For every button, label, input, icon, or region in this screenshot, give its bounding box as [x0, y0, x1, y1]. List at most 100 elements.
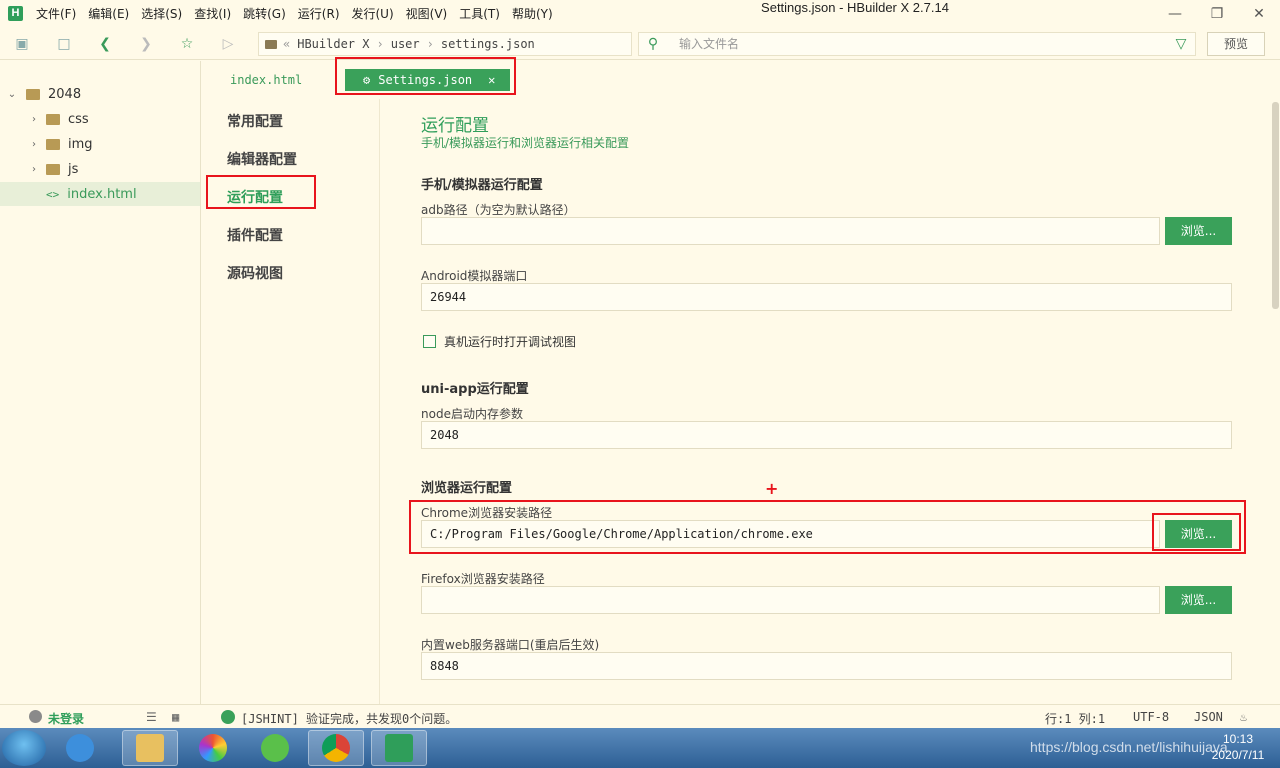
- pinwheel-icon: [199, 734, 227, 762]
- smile-icon: [221, 710, 235, 724]
- list-icon[interactable]: ☰: [146, 710, 157, 724]
- minimize-icon[interactable]: —: [1165, 4, 1185, 24]
- hbuilder-logo-icon: H: [8, 6, 23, 21]
- ie-icon: [66, 734, 94, 762]
- photos-taskbar-icon[interactable]: [185, 730, 241, 766]
- explorer-taskbar-icon[interactable]: [122, 730, 178, 766]
- cursor-cross-icon: +: [765, 479, 779, 498]
- menu-select[interactable]: 选择(S): [141, 0, 182, 28]
- menu-publish[interactable]: 发行(U): [352, 0, 394, 28]
- new-file-icon[interactable]: ▣: [12, 34, 32, 54]
- android-port-input[interactable]: 26944: [421, 283, 1232, 311]
- tree-item-css[interactable]: › css: [0, 107, 200, 131]
- page-subtitle: 手机/模拟器运行和浏览器运行相关配置: [421, 136, 630, 150]
- menu-edit[interactable]: 编辑(E): [88, 0, 129, 28]
- user-icon: [29, 710, 42, 723]
- breadcrumb-item[interactable]: HBuilder X: [297, 37, 369, 51]
- chevron-down-icon: ⌄: [7, 88, 17, 100]
- breadcrumb-item[interactable]: settings.json: [441, 37, 535, 51]
- firefox-browse-button[interactable]: 浏览...: [1165, 586, 1232, 614]
- file-search-input[interactable]: ⚲ 输入文件名 ▽: [638, 32, 1196, 56]
- nav-editor[interactable]: 编辑器配置: [227, 149, 297, 169]
- nav-general[interactable]: 常用配置: [227, 111, 283, 131]
- code-icon: <>: [46, 187, 60, 201]
- filter-icon[interactable]: ▽: [1171, 34, 1191, 54]
- bell-icon[interactable]: ♨: [1240, 710, 1247, 724]
- menu-help[interactable]: 帮助(Y): [512, 0, 553, 28]
- nav-plugins[interactable]: 插件配置: [227, 225, 283, 245]
- chevron-right-icon: ›: [426, 37, 434, 51]
- ie-taskbar-icon[interactable]: [52, 730, 108, 766]
- menu-file[interactable]: 文件(F): [36, 0, 76, 28]
- chevron-right-icon: ›: [32, 113, 36, 125]
- back-icon[interactable]: ❮: [95, 34, 115, 54]
- status-bar: 未登录 ☰ ▦ [JSHINT] 验证完成，共发现0个问题。 行:1 列:1 U…: [0, 704, 1280, 728]
- run-icon[interactable]: ▷: [218, 34, 238, 54]
- toolbar: ▣ □ ❮ ❯ ☆ ▷ « HBuilder X › user › settin…: [0, 28, 1280, 60]
- content-scrollbar[interactable]: [1271, 99, 1280, 704]
- search-placeholder: 输入文件名: [679, 37, 740, 51]
- clock[interactable]: 10:13 2020/7/11: [1196, 731, 1280, 763]
- close-window-icon[interactable]: ✕: [1249, 4, 1269, 24]
- nav-source-view[interactable]: 源码视图: [227, 263, 283, 283]
- status-message: [JSHINT] 验证完成，共发现0个问题。: [241, 712, 458, 726]
- folder-icon: [46, 138, 60, 150]
- breadcrumb: « HBuilder X › user › settings.json: [258, 32, 632, 56]
- tree-label: img: [68, 136, 93, 152]
- section-browser: 浏览器运行配置: [421, 481, 513, 496]
- chrome-taskbar-icon[interactable]: [308, 730, 364, 766]
- hbuilder-icon: [385, 734, 413, 762]
- tree-item-img[interactable]: › img: [0, 132, 200, 156]
- adb-path-label: adb路径（为空为默认路径）: [421, 203, 576, 217]
- webserver-port-input[interactable]: 8848: [421, 652, 1232, 680]
- menu-view[interactable]: 视图(V): [406, 0, 448, 28]
- annotation-box-nav: [206, 175, 316, 209]
- terminal-icon[interactable]: ▦: [172, 710, 179, 724]
- page-title: 运行配置: [421, 116, 489, 136]
- annotation-box-tab: [335, 57, 516, 95]
- breadcrumb-item[interactable]: user: [391, 37, 420, 51]
- tab-index-html[interactable]: index.html: [230, 73, 302, 87]
- section-mobile: 手机/模拟器运行配置: [421, 178, 543, 193]
- refresh-icon: [261, 734, 289, 762]
- devtools-checkbox-label: 真机运行时打开调试视图: [444, 335, 577, 349]
- preview-button[interactable]: 预览: [1207, 32, 1265, 56]
- bookmark-star-icon[interactable]: ☆: [177, 34, 197, 54]
- settings-content: 运行配置 手机/模拟器运行和浏览器运行相关配置 手机/模拟器运行配置 adb路径…: [381, 99, 1271, 704]
- project-explorer: ⌄ 2048 › css › img › js <> index.html: [0, 61, 201, 704]
- node-memory-input[interactable]: 2048: [421, 421, 1232, 449]
- cursor-position[interactable]: 行:1 列:1: [1045, 710, 1105, 727]
- menu-bar: 文件(F) 编辑(E) 选择(S) 查找(I) 跳转(G) 运行(R) 发行(U…: [36, 0, 565, 28]
- adb-browse-button[interactable]: 浏览...: [1165, 217, 1232, 245]
- forward-icon[interactable]: ❯: [136, 34, 156, 54]
- menu-find[interactable]: 查找(I): [194, 0, 231, 28]
- menu-run[interactable]: 运行(R): [298, 0, 340, 28]
- folder-icon: [265, 39, 277, 49]
- scrollbar-thumb[interactable]: [1272, 102, 1279, 309]
- tree-label: 2048: [48, 86, 82, 102]
- node-memory-label: node启动内存参数: [421, 407, 523, 421]
- firefox-path-label: Firefox浏览器安装路径: [421, 572, 545, 586]
- tree-project-2048[interactable]: ⌄ 2048: [0, 82, 200, 106]
- login-status[interactable]: 未登录: [48, 710, 84, 727]
- menu-goto[interactable]: 跳转(G): [243, 0, 286, 28]
- section-uniapp: uni-app运行配置: [421, 382, 529, 397]
- language-mode[interactable]: JSON: [1194, 710, 1223, 724]
- restore-icon[interactable]: ❐: [1207, 4, 1227, 24]
- webserver-port-label: 内置web服务器端口(重启后生效): [421, 638, 600, 652]
- 360-taskbar-icon[interactable]: [247, 730, 303, 766]
- tree-item-js[interactable]: › js: [0, 157, 200, 181]
- tree-item-index-html[interactable]: <> index.html: [0, 182, 200, 206]
- start-button-icon[interactable]: [2, 730, 46, 766]
- menu-tools[interactable]: 工具(T): [459, 0, 500, 28]
- hbuilder-taskbar-icon[interactable]: [371, 730, 427, 766]
- adb-path-input[interactable]: [421, 217, 1160, 245]
- save-icon[interactable]: □: [54, 34, 74, 54]
- devtools-checkbox[interactable]: [423, 335, 436, 348]
- encoding[interactable]: UTF-8: [1133, 710, 1169, 724]
- folder-icon: [46, 113, 60, 125]
- annotation-box-chrome: [409, 500, 1246, 554]
- firefox-path-input[interactable]: [421, 586, 1160, 614]
- chevron-right-icon: ›: [376, 37, 384, 51]
- clock-date: 2020/7/11: [1211, 748, 1265, 762]
